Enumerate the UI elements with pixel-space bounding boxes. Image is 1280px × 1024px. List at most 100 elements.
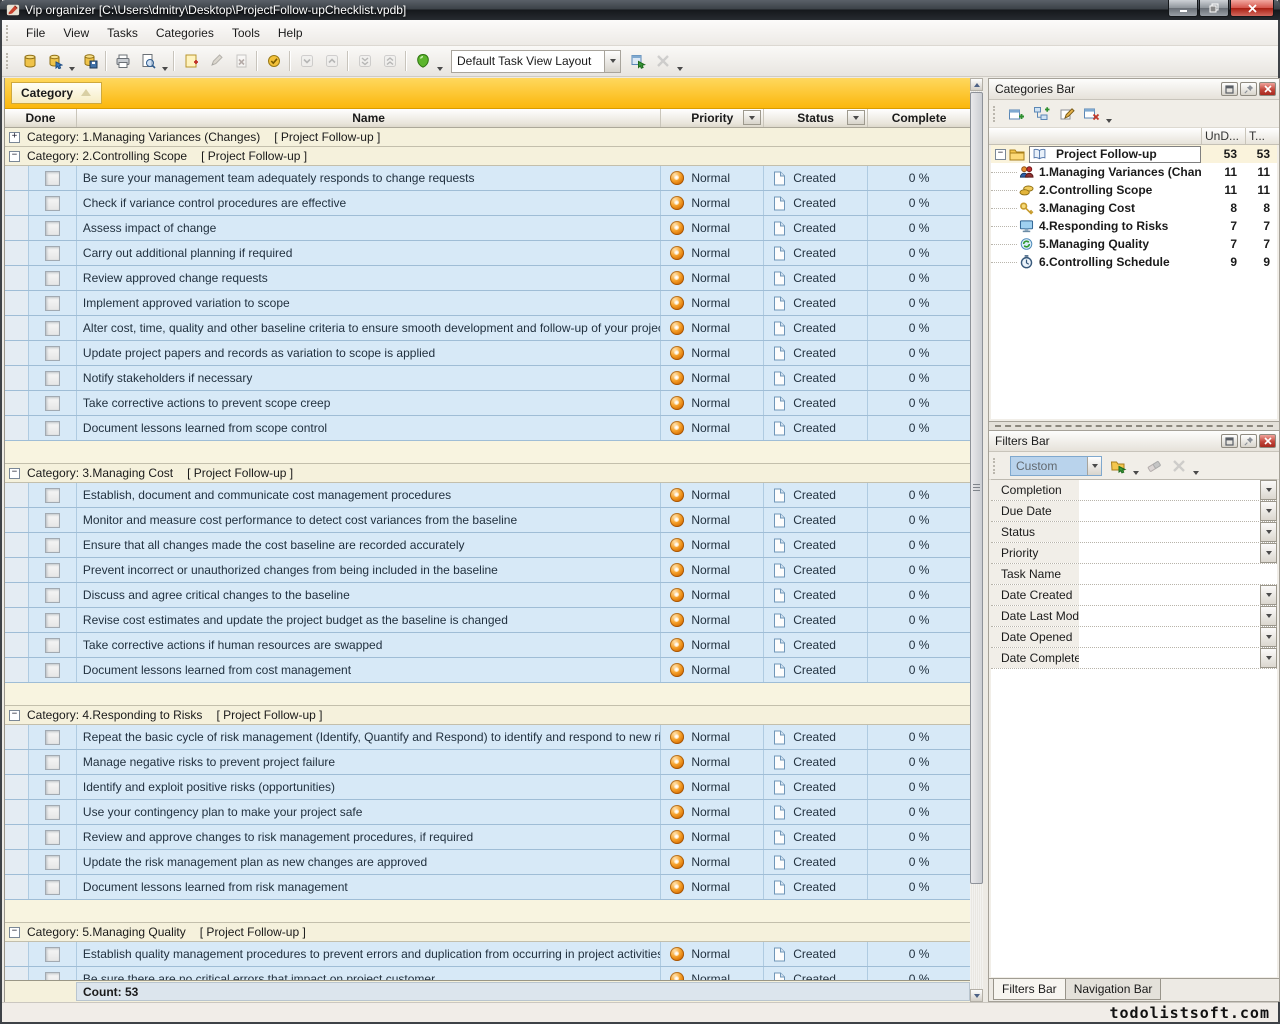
total-column-header[interactable]: T... [1245,128,1279,144]
status-filter-dropdown-icon[interactable] [847,110,866,125]
column-header-done[interactable]: Done [5,109,77,127]
task-done-checkbox[interactable] [44,395,60,411]
tree-item-1-managing-variances-chan[interactable]: 1.Managing Variances (Chan 11 11 [991,163,1277,181]
filter-value[interactable] [1079,627,1260,647]
task-done-checkbox[interactable] [44,754,60,770]
column-header-name[interactable]: Name [77,109,662,127]
menu-help[interactable]: Help [269,22,312,44]
add-subcategory-icon[interactable] [1029,102,1054,125]
filter-value[interactable] [1079,648,1260,668]
close-button[interactable] [1230,0,1274,17]
task-row[interactable]: Take corrective actions to prevent scope… [5,391,970,416]
tree-item-project-follow-up[interactable]: − Project Follow-up 53 53 [991,145,1277,163]
filter-dropdown-icon[interactable] [1260,480,1277,500]
collapse-icon[interactable]: − [9,467,20,479]
task-done-checkbox[interactable] [44,946,60,962]
open-database-dropdown-icon[interactable] [67,48,77,75]
layout-combo[interactable]: Default Task View Layout [451,49,621,73]
task-row[interactable]: Review and approve changes to risk manag… [5,825,970,850]
filter-dropdown-icon[interactable] [1260,648,1277,668]
scroll-down-icon[interactable] [970,989,983,1002]
undone-column-header[interactable]: UnD... [1201,128,1245,144]
task-row[interactable]: Establish quality management procedures … [5,942,970,967]
task-row[interactable]: Update project papers and records as var… [5,341,970,366]
task-done-checkbox[interactable] [44,487,60,503]
edit-category-icon[interactable] [1054,102,1079,125]
menu-categories[interactable]: Categories [147,22,223,44]
tree-item-6-controlling-schedule[interactable]: 6.Controlling Schedule 9 9 [991,253,1277,271]
new-database-icon[interactable] [17,50,42,73]
task-row[interactable]: Establish, document and communicate cost… [5,483,970,508]
task-done-checkbox[interactable] [44,829,60,845]
categories-close-icon[interactable] [1259,82,1276,96]
filter-dropdown-icon[interactable] [1260,606,1277,626]
task-row[interactable]: Notify stakeholders if necessary Normal Cr… [5,366,970,391]
task-done-checkbox[interactable] [44,370,60,386]
category-group-row-category-5-managing-quality[interactable]: − Category: 5.Managing Quality [ Project F… [5,923,970,942]
task-row[interactable]: Implement approved variation to scope Nor… [5,291,970,316]
task-done-checkbox[interactable] [44,295,60,311]
task-done-checkbox[interactable] [44,512,60,528]
task-row[interactable]: Update the risk management plan as new c… [5,850,970,875]
filters-pin-icon[interactable] [1240,434,1257,448]
menu-tasks[interactable]: Tasks [98,22,147,44]
task-row[interactable]: Identify and exploit positive risks (opp… [5,775,970,800]
task-done-checkbox[interactable] [44,637,60,653]
task-done-checkbox[interactable] [44,971,60,980]
layout-overflow-icon[interactable] [675,48,685,75]
reminder-icon[interactable] [410,50,435,73]
apply-filter-dropdown-icon[interactable] [1131,452,1141,479]
column-header-priority[interactable]: Priority [661,109,765,127]
task-row[interactable]: Check if variance control procedures are… [5,191,970,216]
save-database-icon[interactable] [77,50,102,73]
menu-tools[interactable]: Tools [223,22,269,44]
collapse-icon[interactable]: − [9,926,20,938]
task-row[interactable]: Document lessons learned from risk manag… [5,875,970,900]
task-done-checkbox[interactable] [44,879,60,895]
group-by-category-chip[interactable]: Category [11,82,103,104]
task-row[interactable]: Be sure your management team adequately … [5,166,970,191]
filter-value[interactable] [1079,522,1260,542]
task-row[interactable]: Review approved change requests Normal Cre… [5,266,970,291]
category-group-row-category-4-responding-to-risks[interactable]: − Category: 4.Responding to Risks [ Projec… [5,706,970,725]
tree-item-2-controlling-scope[interactable]: 2.Controlling Scope 11 11 [991,181,1277,199]
apply-layout-icon[interactable] [625,50,650,73]
tab-filters-bar[interactable]: Filters Bar [993,979,1066,1000]
expand-icon[interactable]: + [9,131,20,143]
task-row[interactable]: Ensure that all changes made the cost ba… [5,533,970,558]
task-done-checkbox[interactable] [44,804,60,820]
task-done-checkbox[interactable] [44,587,60,603]
open-database-icon[interactable] [42,50,67,73]
menu-file[interactable]: File [17,22,54,44]
filter-preset-combo[interactable]: Custom [1010,455,1102,476]
column-header-complete[interactable]: Complete [868,109,970,127]
complete-task-icon[interactable] [261,50,286,73]
priority-filter-dropdown-icon[interactable] [743,110,762,125]
task-row[interactable]: Monitor and measure cost performance to … [5,508,970,533]
task-done-checkbox[interactable] [44,854,60,870]
apply-filter-icon[interactable] [1106,454,1131,477]
task-row[interactable]: Repeat the basic cycle of risk managemen… [5,725,970,750]
new-task-icon[interactable] [178,50,203,73]
task-row[interactable]: Be sure there are no critical errors tha… [5,967,970,980]
task-row[interactable]: Carry out additional planning if require… [5,241,970,266]
filter-dropdown-icon[interactable] [1260,627,1277,647]
collapse-icon[interactable]: − [995,148,1006,160]
filter-value[interactable] [1079,480,1260,500]
print-dropdown-icon[interactable] [160,48,170,75]
filter-value[interactable] [1079,501,1260,521]
add-category-icon[interactable] [1004,102,1029,125]
filter-dropdown-icon[interactable] [1260,501,1277,521]
filters-restore-icon[interactable] [1221,434,1238,448]
task-row[interactable]: Manage negative risks to prevent project… [5,750,970,775]
filter-dropdown-icon[interactable] [1260,585,1277,605]
column-header-status[interactable]: Status [764,109,869,127]
task-done-checkbox[interactable] [44,245,60,261]
task-done-checkbox[interactable] [44,537,60,553]
task-done-checkbox[interactable] [44,662,60,678]
tree-item-3-managing-cost[interactable]: 3.Managing Cost 8 8 [991,199,1277,217]
filter-value[interactable] [1079,606,1260,626]
filter-value[interactable] [1079,564,1277,584]
filter-dropdown-icon[interactable] [1260,543,1277,563]
task-row[interactable]: Document lessons learned from cost manag… [5,658,970,683]
